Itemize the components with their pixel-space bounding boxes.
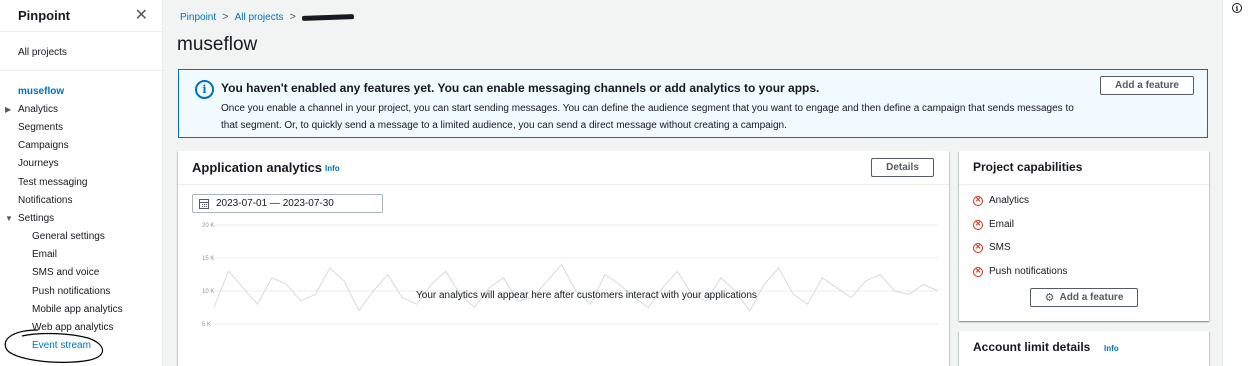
sidebar-item-project[interactable]: museflow [18, 86, 64, 97]
date-range-value: 2023-07-01 — 2023-07-30 [216, 198, 334, 209]
capability-label: Analytics [989, 195, 1030, 206]
capability-item: ✕ Email [973, 219, 1014, 230]
info-icon[interactable]: i [1232, 3, 1242, 13]
capability-label: Push notifications [989, 266, 1068, 277]
caret-down-icon[interactable]: ▼ [5, 214, 13, 223]
sidebar-item-settings[interactable]: Settings [18, 213, 54, 224]
chevron-right-icon: > [222, 11, 229, 23]
caret-right-icon[interactable]: ▶ [5, 105, 11, 114]
sidebar: Pinpoint ✕ All projects museflow ▶ Analy… [0, 0, 163, 366]
date-range-picker[interactable]: 2023-07-01 — 2023-07-30 [192, 194, 383, 213]
breadcrumb: Pinpoint > All projects > [180, 11, 354, 23]
capability-item: ✕ Push notifications [973, 266, 1067, 277]
chevron-right-icon: > [289, 11, 296, 23]
breadcrumb-all-projects[interactable]: All projects [235, 12, 284, 23]
add-feature-label: Add a feature [1059, 292, 1124, 303]
help-panel-strip: i [1222, 0, 1250, 366]
capability-label: SMS [989, 242, 1011, 253]
sidebar-header: Pinpoint ✕ [0, 0, 162, 32]
info-banner-body: Once you enable a channel in your projec… [221, 103, 1074, 131]
sidebar-item-all-projects[interactable]: All projects [18, 47, 67, 58]
capability-label: Email [989, 219, 1015, 230]
sidebar-divider [0, 70, 163, 71]
close-icon[interactable]: ✕ [135, 7, 148, 24]
info-link[interactable]: Info [1104, 344, 1119, 353]
info-icon: i [195, 80, 214, 99]
sidebar-item-general-settings[interactable]: General settings [32, 231, 105, 242]
sidebar-item-notifications[interactable]: Notifications [18, 195, 72, 206]
add-feature-button[interactable]: ⚙ Add a feature [1030, 288, 1138, 307]
sidebar-item-web-app-analytics[interactable]: Web app analytics [32, 322, 114, 333]
x-circle-icon: ✕ [973, 266, 983, 277]
capability-item: ✕ SMS [973, 242, 1011, 253]
capability-item: ✕ Analytics [973, 195, 1029, 206]
account-limit-panel: Account limit details Info [959, 331, 1209, 366]
details-button[interactable]: Details [871, 158, 934, 177]
sidebar-item-segments[interactable]: Segments [18, 122, 63, 133]
calendar-icon [199, 198, 209, 209]
analytics-title: Application analytics [192, 160, 323, 175]
info-banner: i You haven't enabled any features yet. … [178, 69, 1208, 138]
panel-divider [959, 184, 1209, 185]
breadcrumb-pinpoint[interactable]: Pinpoint [180, 12, 216, 23]
sidebar-item-push-notifications[interactable]: Push notifications [32, 286, 110, 297]
sidebar-item-campaigns[interactable]: Campaigns [18, 140, 69, 151]
x-circle-icon: ✕ [973, 219, 983, 230]
sidebar-title: Pinpoint [18, 8, 70, 23]
y-tick-label: 20 K [202, 223, 214, 229]
y-tick-label: 5 K [202, 322, 211, 328]
account-limit-title: Account limit details [973, 340, 1091, 354]
application-analytics-panel: Application analytics Info Details 2023-… [178, 151, 949, 366]
info-link[interactable]: Info [325, 164, 340, 173]
series-line [213, 263, 939, 312]
sidebar-item-email[interactable]: Email [32, 249, 57, 260]
sidebar-item-journeys[interactable]: Journeys [18, 158, 59, 169]
breadcrumb-redacted [301, 13, 354, 21]
sidebar-item-mobile-app-analytics[interactable]: Mobile app analytics [32, 304, 123, 315]
gear-icon: ⚙ [1044, 292, 1055, 304]
sidebar-item-analytics[interactable]: Analytics [18, 104, 58, 115]
sidebar-item-event-stream[interactable]: Event stream [32, 340, 91, 351]
sidebar-item-sms-voice[interactable]: SMS and voice [32, 267, 99, 278]
sidebar-item-test-messaging[interactable]: Test messaging [18, 177, 87, 188]
y-tick-label: 15 K [202, 256, 214, 262]
info-banner-title: You haven't enabled any features yet. Yo… [221, 81, 820, 95]
analytics-chart: 20 K 15 K 10 K 5 K Your analytics will appe… [178, 219, 949, 366]
x-circle-icon: ✕ [973, 195, 983, 206]
y-tick-label: 10 K [202, 289, 214, 295]
chart-empty-message: Your analytics will appear here after cu… [416, 290, 757, 301]
page-title: museflow [177, 34, 258, 55]
x-circle-icon: ✕ [973, 242, 983, 253]
add-feature-button[interactable]: Add a feature [1100, 76, 1194, 95]
main-content: Pinpoint > All projects > museflow i You… [164, 0, 1222, 366]
panel-divider [178, 184, 949, 185]
project-capabilities-panel: Project capabilities ✕ Analytics ✕ Email… [959, 151, 1209, 321]
capabilities-title: Project capabilities [973, 160, 1083, 174]
